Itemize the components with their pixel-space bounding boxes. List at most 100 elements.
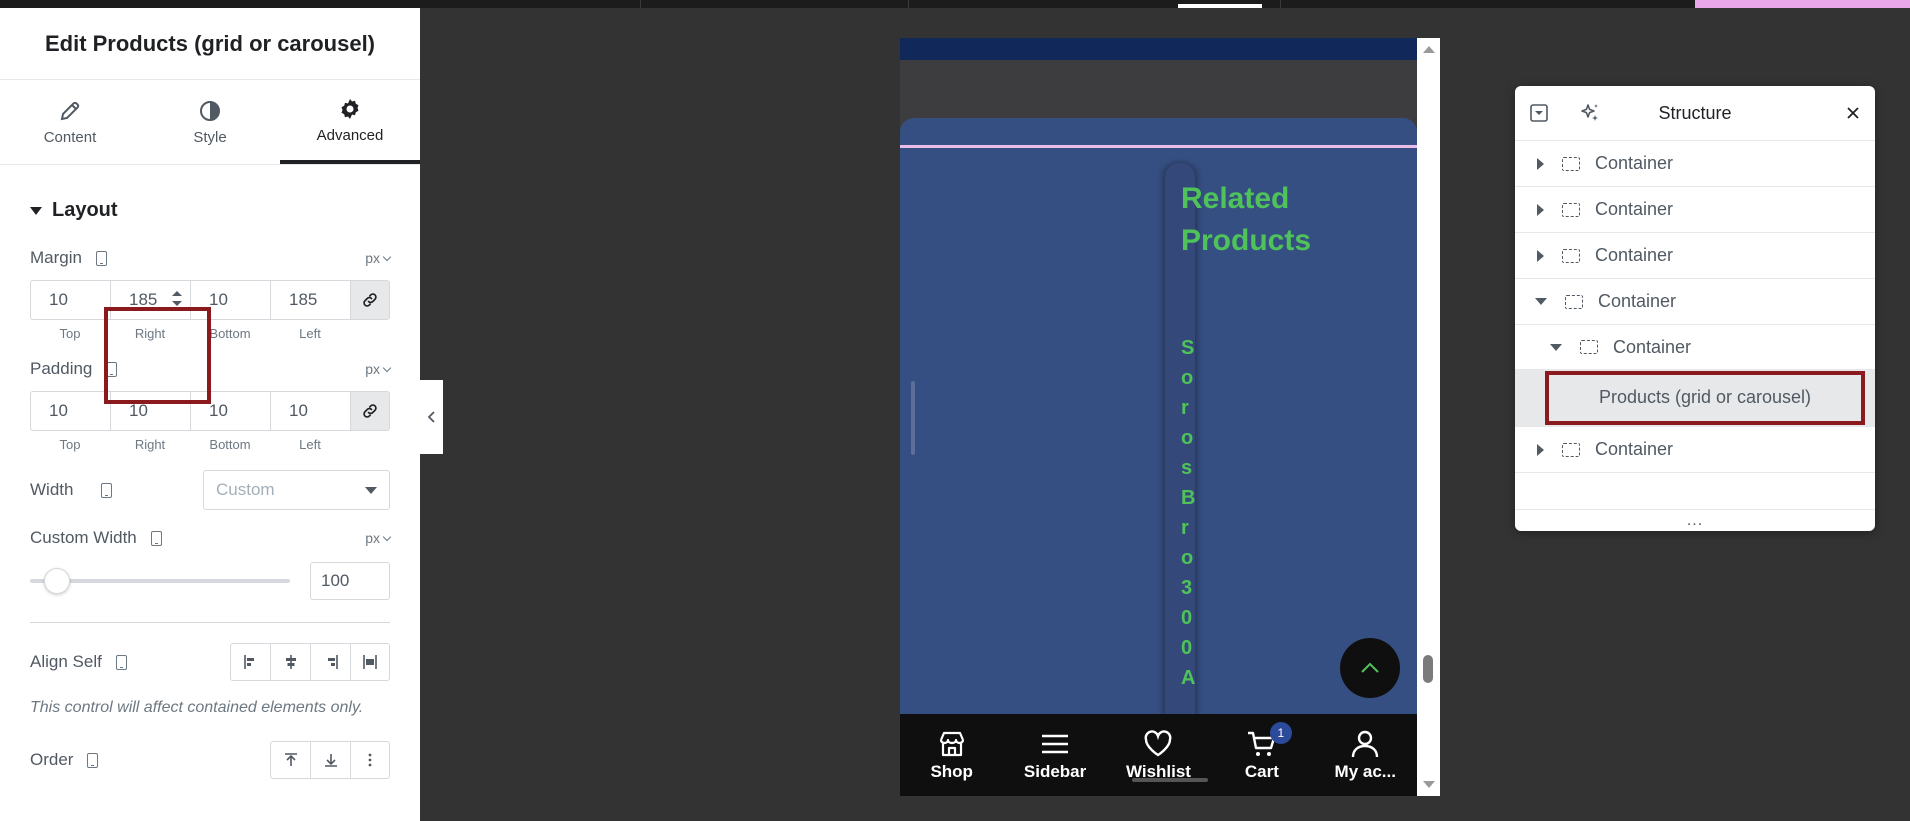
container-icon: [1562, 202, 1580, 217]
align-center-button[interactable]: [270, 643, 310, 681]
shop-icon: [939, 731, 964, 757]
nav-sidebar[interactable]: Sidebar: [1007, 728, 1103, 782]
sparkle-ai-icon[interactable]: [1579, 102, 1601, 124]
custom-width-slider-row: 100: [30, 562, 390, 600]
custom-width-slider[interactable]: [30, 568, 290, 594]
layout-section-toggle[interactable]: Layout: [30, 199, 390, 222]
align-end-button[interactable]: [310, 643, 350, 681]
link-values-button[interactable]: [350, 391, 390, 431]
chevron-left-icon: [427, 411, 435, 423]
selected-element-outline: [900, 145, 1417, 148]
expand-arrow-icon[interactable]: [1537, 157, 1544, 170]
responsive-device-icon[interactable]: [95, 250, 107, 266]
panel-title: Edit Products (grid or carousel): [44, 30, 376, 56]
container-icon: [1565, 294, 1583, 309]
padding-right-input[interactable]: 10: [110, 391, 190, 431]
margin-unit-select[interactable]: px: [365, 250, 392, 266]
preview-scrollbar[interactable]: [1417, 38, 1440, 796]
tree-item-products-selected[interactable]: Products (grid or carousel): [1515, 369, 1875, 427]
mobile-preview: Related Products S o r o s B r o 3 0 0 A…: [900, 38, 1440, 796]
responsive-device-icon[interactable]: [115, 654, 127, 670]
collapse-arrow-icon[interactable]: [1535, 298, 1547, 305]
close-icon[interactable]: [1845, 105, 1861, 121]
top-toolbar-strip: [0, 0, 1910, 8]
align-end-icon: [327, 655, 338, 669]
tree-item-container[interactable]: Container: [1515, 141, 1875, 187]
custom-width-head: Custom Width px: [30, 528, 392, 548]
nav-wishlist[interactable]: Wishlist: [1110, 728, 1206, 782]
margin-top-input[interactable]: 10: [30, 280, 110, 320]
tab-content[interactable]: Content: [0, 80, 140, 164]
letter: 0: [1181, 607, 1193, 629]
tab-advanced[interactable]: Advanced: [280, 80, 420, 164]
order-control: Order: [30, 741, 390, 779]
tree-item-container[interactable]: Container: [1515, 325, 1875, 369]
expand-arrow-icon[interactable]: [1537, 249, 1544, 262]
custom-width-label: Custom Width: [30, 528, 137, 547]
preview-header-bar: [900, 38, 1417, 60]
responsive-device-icon[interactable]: [101, 482, 113, 498]
collapse-all-icon[interactable]: [1529, 103, 1549, 123]
padding-top-input[interactable]: 10: [30, 391, 110, 431]
padding-bottom-input[interactable]: 10: [190, 391, 270, 431]
responsive-device-icon[interactable]: [106, 361, 118, 377]
margin-right-input[interactable]: 185: [110, 280, 190, 320]
margin-left-input[interactable]: 185: [270, 280, 350, 320]
margin-label: Margin: [30, 248, 82, 267]
order-custom-button[interactable]: [350, 741, 390, 779]
align-self-note: This control will affect contained eleme…: [30, 699, 364, 716]
tree-item-label: Container: [1595, 439, 1674, 459]
custom-width-input[interactable]: 100: [310, 562, 390, 600]
align-start-button[interactable]: [230, 643, 270, 681]
publish-area[interactable]: [1695, 0, 1910, 8]
letter: S: [1181, 337, 1195, 359]
tree-item-label: Container: [1595, 153, 1674, 173]
scroll-up-arrow-icon[interactable]: [1423, 46, 1435, 53]
order-last-button[interactable]: [310, 741, 350, 779]
panel-collapse-toggle[interactable]: [420, 380, 443, 454]
padding-left-input[interactable]: 10: [270, 391, 350, 431]
width-select[interactable]: Custom: [203, 470, 390, 510]
align-stretch-button[interactable]: [350, 643, 390, 681]
scroll-down-arrow-icon[interactable]: [1423, 781, 1435, 788]
tab-style[interactable]: Style: [140, 80, 280, 164]
nav-shop[interactable]: Shop: [904, 728, 1000, 782]
tree-item-label: Container: [1595, 245, 1674, 265]
scrollbar-thumb[interactable]: [1423, 655, 1433, 683]
nav-my-account[interactable]: My ac...: [1317, 728, 1413, 782]
structure-title: Structure: [1658, 102, 1732, 123]
spinner-arrows-icon[interactable]: [172, 291, 182, 306]
tab-label: Content: [43, 128, 97, 146]
expand-arrow-icon[interactable]: [1537, 443, 1544, 456]
tree-item-container[interactable]: Container: [1515, 279, 1875, 325]
collapse-arrow-icon[interactable]: [1550, 343, 1562, 351]
editor-panel: Edit Products (grid or carousel) Content…: [0, 8, 420, 821]
link-values-button[interactable]: [350, 280, 390, 320]
custom-width-unit-select[interactable]: px: [365, 530, 392, 546]
padding-unit-select[interactable]: px: [365, 361, 392, 377]
order-label: Order: [30, 750, 74, 769]
tree-item-label: Products (grid or carousel): [1598, 387, 1812, 407]
panel-header: Edit Products (grid or carousel): [0, 8, 420, 80]
structure-resize-handle[interactable]: ...: [1515, 509, 1875, 531]
order-first-button[interactable]: [270, 741, 310, 779]
tree-item-container[interactable]: Container: [1515, 427, 1875, 473]
vertical-product-title: S o r o s B r o 3 0 0 A: [1181, 333, 1195, 693]
padding-inputs: 10 10 10 10: [30, 391, 390, 431]
panel-tabs: Content Style Advanced: [0, 80, 420, 165]
slider-handle[interactable]: [44, 568, 70, 594]
divider: [30, 622, 390, 623]
tree-item-container[interactable]: Container: [1515, 233, 1875, 279]
align-start-icon: [243, 655, 254, 669]
carousel-scroll-indicator[interactable]: [911, 381, 915, 455]
scroll-to-top-button[interactable]: [1340, 638, 1400, 698]
expand-arrow-icon[interactable]: [1537, 203, 1544, 216]
tree-item-container[interactable]: Container: [1515, 187, 1875, 233]
margin-bottom-input[interactable]: 10: [190, 280, 270, 320]
cart-count-badge: 1: [1269, 722, 1292, 744]
responsive-device-icon[interactable]: [87, 752, 99, 768]
tree-item-label: Container: [1613, 336, 1692, 357]
dim-label: Bottom: [209, 326, 251, 341]
responsive-device-icon[interactable]: [150, 530, 162, 546]
nav-cart[interactable]: 1 Cart: [1214, 722, 1310, 782]
